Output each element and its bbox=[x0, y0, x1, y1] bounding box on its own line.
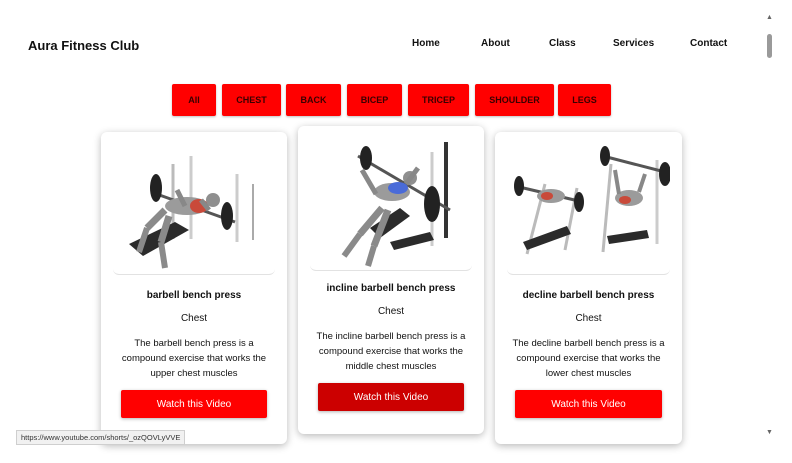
card-category: Chest bbox=[377, 306, 405, 317]
nav-home[interactable]: Home bbox=[412, 38, 440, 49]
bench-press-illustration bbox=[129, 156, 254, 269]
filter-all-button[interactable]: All bbox=[172, 84, 216, 116]
vertical-scrollbar[interactable]: ▲ ▼ bbox=[764, 0, 776, 463]
filter-chest-button[interactable]: CHEST bbox=[222, 84, 281, 116]
brand-logo[interactable]: Aura Fitness Club bbox=[28, 38, 139, 53]
scroll-up-arrow-icon[interactable]: ▲ bbox=[766, 14, 773, 21]
card-category: Chest bbox=[180, 313, 208, 324]
nav-class[interactable]: Class bbox=[549, 38, 576, 49]
incline-bench-press-illustration bbox=[341, 142, 451, 267]
filter-bicep-button[interactable]: BICEP bbox=[347, 84, 402, 116]
link-status-bar: https://www.youtube.com/shorts/_ozQOVLyV… bbox=[16, 430, 186, 445]
nav-contact[interactable]: Contact bbox=[690, 38, 727, 49]
card-title: incline barbell bench press bbox=[326, 283, 456, 294]
exercise-image bbox=[310, 138, 472, 271]
exercise-image bbox=[113, 144, 275, 275]
filter-shoulder-button[interactable]: SHOULDER bbox=[475, 84, 554, 116]
filter-legs-button[interactable]: LEGS bbox=[558, 84, 611, 116]
nav-services[interactable]: Services bbox=[613, 38, 654, 49]
card-description: The barbell bench press is a compound ex… bbox=[121, 338, 267, 379]
watch-video-button[interactable]: Watch this Video bbox=[515, 390, 662, 418]
watch-video-button[interactable]: Watch this Video bbox=[121, 390, 267, 418]
filter-tricep-button[interactable]: TRICEP bbox=[408, 84, 469, 116]
scroll-thumb[interactable] bbox=[767, 34, 772, 58]
card-title: barbell bench press bbox=[146, 290, 242, 301]
scroll-down-arrow-icon[interactable]: ▼ bbox=[766, 429, 773, 436]
exercise-image bbox=[507, 144, 671, 275]
card-category: Chest bbox=[575, 313, 602, 324]
nav-about[interactable]: About bbox=[481, 38, 510, 49]
page: Aura Fitness Club Home About Class Servi… bbox=[0, 0, 764, 463]
watch-video-button[interactable]: Watch this Video bbox=[318, 383, 464, 411]
exercise-card: barbell bench press Chest The barbell be… bbox=[101, 132, 287, 444]
exercise-card: decline barbell bench press Chest The de… bbox=[495, 132, 682, 444]
card-description: The decline barbell bench press is a com… bbox=[512, 338, 665, 379]
navbar: Aura Fitness Club Home About Class Servi… bbox=[0, 0, 764, 80]
card-title: decline barbell bench press bbox=[522, 290, 655, 301]
filter-back-button[interactable]: BACK bbox=[286, 84, 341, 116]
decline-bench-press-illustration bbox=[514, 146, 671, 255]
exercise-card: incline barbell bench press Chest The in… bbox=[298, 126, 484, 434]
card-description: The incline barbell bench press is a com… bbox=[316, 331, 466, 372]
